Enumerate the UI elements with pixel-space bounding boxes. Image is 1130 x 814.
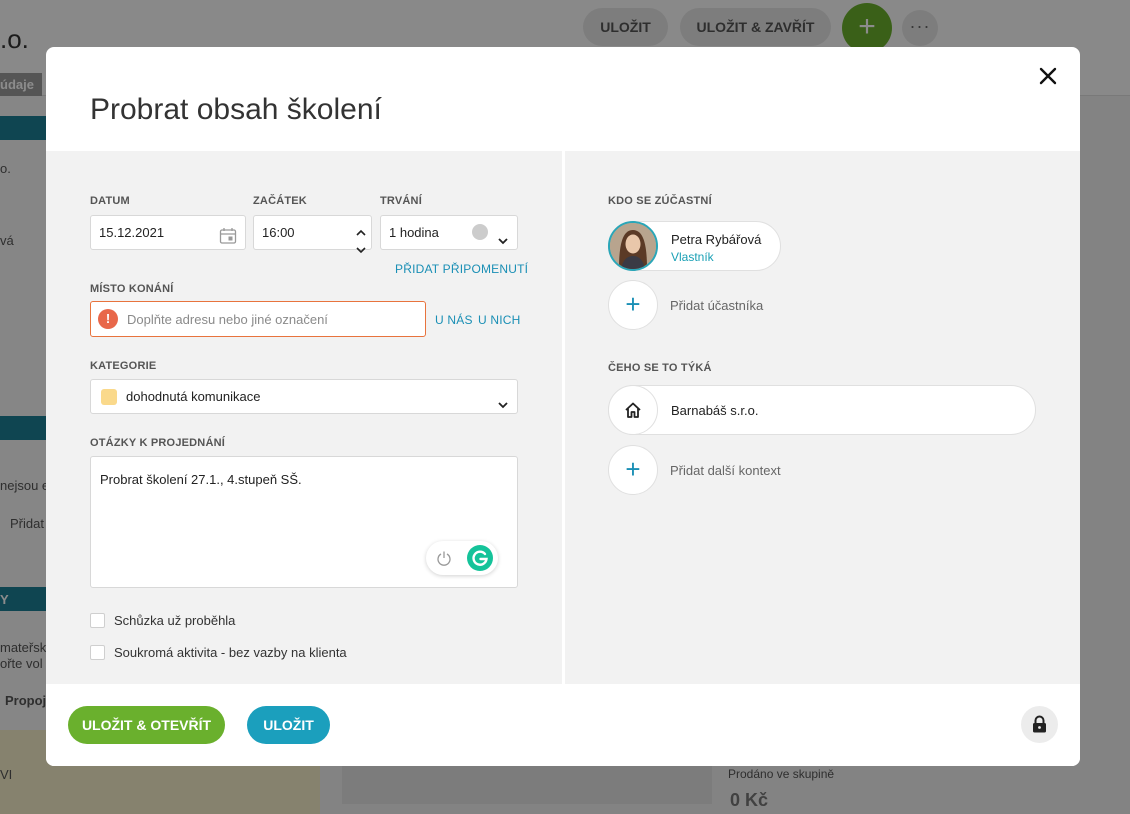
add-context-label[interactable]: Přidat další kontext: [670, 463, 781, 478]
context-chip[interactable]: Barnabáš s.r.o.: [608, 385, 1036, 435]
private-activity-checkbox-row[interactable]: Soukromá aktivita - bez vazby na klienta: [90, 644, 410, 662]
participant-role: Vlastník: [671, 250, 714, 264]
meeting-done-checkbox[interactable]: [90, 613, 105, 628]
lock-icon: [1033, 715, 1046, 733]
people-context-pane: KDO SE ZÚČASTNÍ Petra Rybářová Vlastník …: [565, 151, 1080, 684]
date-value: 15.12.2021: [99, 225, 165, 240]
add-context-button[interactable]: +: [608, 445, 658, 495]
add-participant-button[interactable]: +: [608, 280, 658, 330]
plus-icon: +: [625, 289, 641, 319]
private-activity-label: Soukromá aktivita - bez vazby na klienta: [114, 645, 347, 660]
participant-name: Petra Rybářová: [671, 232, 762, 247]
save-open-button[interactable]: ULOŽIT & OTEVŘÍT: [68, 706, 225, 744]
agenda-textarea[interactable]: Probrat školení 27.1., 4.stupeň SŠ.: [90, 456, 518, 588]
category-select[interactable]: dohodnutá komunikace: [90, 379, 518, 414]
add-reminder-link[interactable]: PŘIDAT PŘIPOMENUTÍ: [395, 262, 528, 276]
duration-select[interactable]: 1 hodina: [380, 215, 518, 250]
agenda-label: OTÁZKY K PROJEDNÁNÍ: [90, 437, 225, 449]
close-button[interactable]: [1036, 64, 1060, 88]
close-icon: [1039, 67, 1057, 85]
place-field[interactable]: !: [90, 301, 426, 337]
duration-label: TRVÁNÍ: [380, 195, 422, 207]
category-value: dohodnutá komunikace: [126, 389, 261, 404]
activity-dialog: Probrat obsah školení DATUM 15.12.2021 Z…: [46, 47, 1080, 766]
dialog-footer: ULOŽIT & OTEVŘÍT ULOŽIT: [46, 684, 1080, 766]
category-color-swatch: [101, 389, 117, 405]
details-pane: DATUM 15.12.2021 ZAČÁTEK 16:00 TRVÁNÍ 1 …: [46, 151, 562, 684]
context-name: Barnabáš s.r.o.: [671, 403, 759, 418]
category-label: KATEGORIE: [90, 360, 157, 372]
grammarly-widget[interactable]: [426, 541, 498, 575]
place-label: MÍSTO KONÁNÍ: [90, 283, 174, 295]
duration-color-dot: [472, 224, 488, 240]
duration-value: 1 hodina: [389, 225, 439, 240]
company-avatar: [608, 385, 658, 435]
power-icon[interactable]: [436, 550, 452, 566]
dialog-title: Probrat obsah školení: [90, 93, 382, 126]
lock-button[interactable]: [1021, 706, 1058, 743]
start-time-field[interactable]: 16:00: [253, 215, 372, 254]
meeting-done-label: Schůzka už proběhla: [114, 613, 236, 628]
time-stepper-down-icon[interactable]: [355, 235, 367, 268]
plus-icon: +: [625, 454, 641, 484]
private-activity-checkbox[interactable]: [90, 645, 105, 660]
save-button[interactable]: ULOŽIT: [247, 706, 330, 744]
calendar-icon[interactable]: [219, 224, 237, 257]
chevron-down-icon: [497, 390, 509, 423]
chevron-down-icon: [497, 226, 509, 259]
error-icon: !: [98, 309, 118, 329]
at-them-link[interactable]: U NICH: [478, 313, 521, 327]
agenda-text: Probrat školení 27.1., 4.stupeň SŠ.: [100, 472, 302, 487]
date-label: DATUM: [90, 195, 130, 207]
date-field[interactable]: 15.12.2021: [90, 215, 246, 250]
start-time-value: 16:00: [262, 225, 295, 240]
meeting-done-checkbox-row[interactable]: Schůzka už proběhla: [90, 612, 390, 630]
participant-chip[interactable]: Petra Rybářová Vlastník: [608, 221, 781, 271]
participants-label: KDO SE ZÚČASTNÍ: [608, 195, 712, 207]
at-us-link[interactable]: U NÁS: [435, 313, 473, 327]
start-label: ZAČÁTEK: [253, 195, 307, 207]
avatar: [608, 221, 658, 271]
context-label: ČEHO SE TO TÝKÁ: [608, 362, 712, 374]
grammarly-icon[interactable]: [467, 545, 493, 571]
home-icon: [625, 402, 641, 418]
add-participant-label[interactable]: Přidat účastníka: [670, 298, 763, 313]
place-input[interactable]: [127, 302, 417, 336]
